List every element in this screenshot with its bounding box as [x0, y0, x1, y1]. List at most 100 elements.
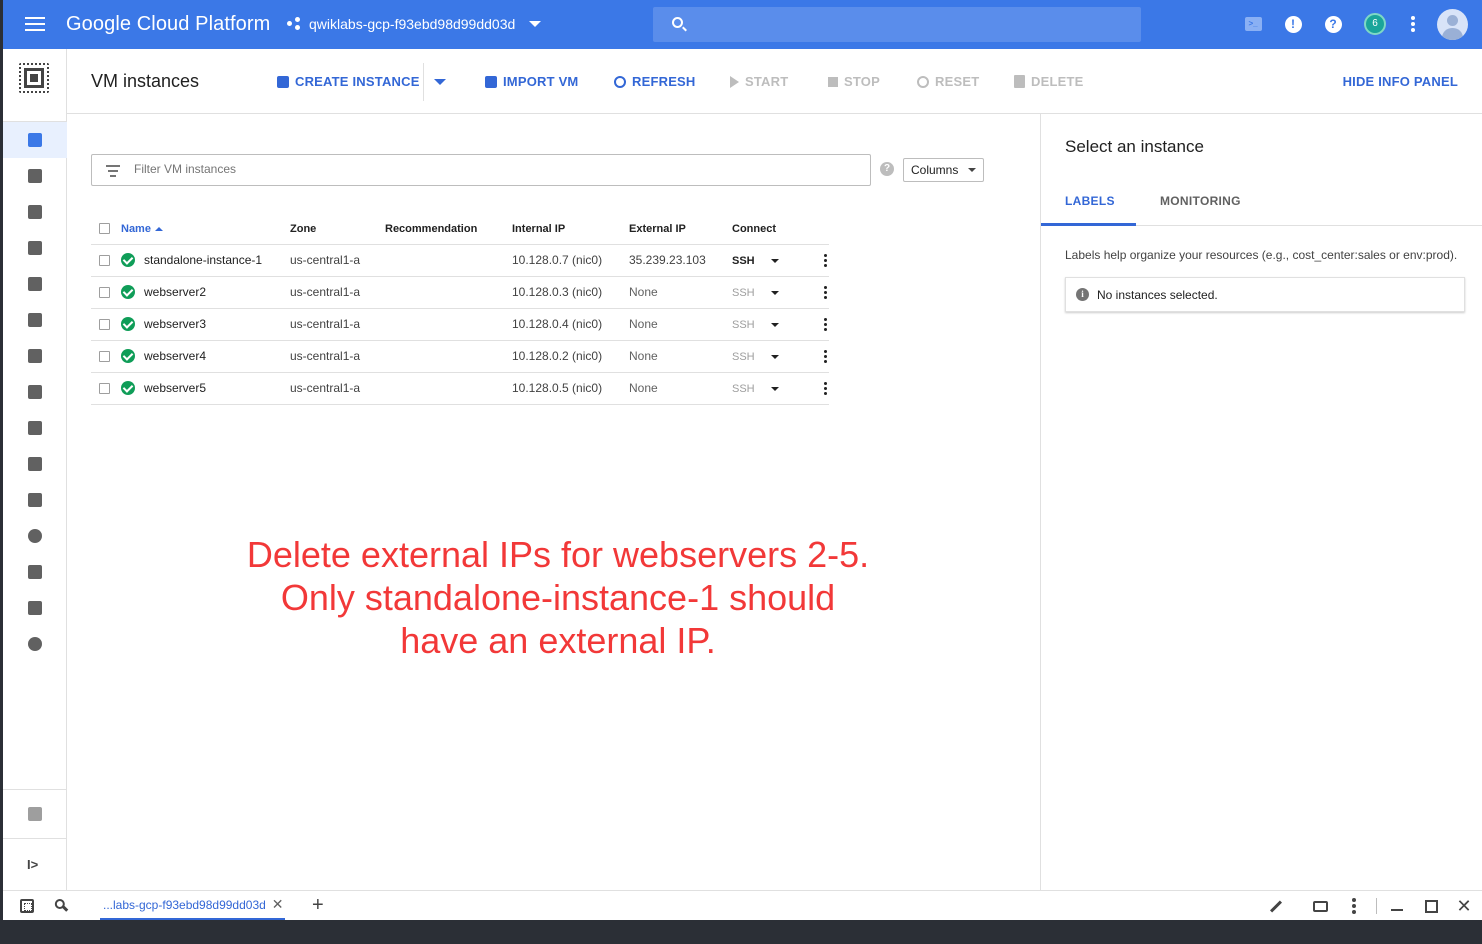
- hide-info-panel-button[interactable]: HIDE INFO PANEL: [1343, 74, 1458, 89]
- row-checkbox[interactable]: [99, 255, 110, 267]
- start-button[interactable]: START: [730, 74, 788, 89]
- zones-icon[interactable]: [3, 482, 67, 518]
- select-all-checkbox[interactable]: [99, 223, 110, 235]
- shell-session-tab[interactable]: ...labs-gcp-f93ebd98d99dd03d ✕: [100, 891, 285, 920]
- tpus-icon[interactable]: [3, 302, 67, 338]
- chevron-down-icon[interactable]: [770, 290, 779, 295]
- create-instance-button[interactable]: CREATE INSTANCE: [277, 74, 420, 89]
- notification-count: 6: [1364, 13, 1386, 35]
- cloud-shell-icon[interactable]: >_: [1243, 14, 1263, 34]
- reset-button[interactable]: RESET: [917, 74, 979, 89]
- table-row[interactable]: webserver3 us-central1-a 10.128.0.4 (nic…: [91, 308, 829, 341]
- brand-title[interactable]: Google Cloud Platform: [66, 13, 270, 36]
- ssh-connect[interactable]: SSH: [732, 276, 794, 309]
- close-icon[interactable]: ✕: [1456, 896, 1472, 916]
- ssh-connect[interactable]: SSH: [732, 308, 794, 341]
- tab-monitoring[interactable]: MONITORING: [1160, 194, 1241, 208]
- external-ip-cell[interactable]: 35.239.23.103: [629, 244, 732, 277]
- table-row[interactable]: webserver5 us-central1-a 10.128.0.5 (nic…: [91, 372, 829, 405]
- import-vm-button[interactable]: IMPORT VM: [485, 74, 578, 89]
- chevron-down-icon[interactable]: [770, 386, 779, 391]
- more-icon[interactable]: [1346, 898, 1362, 914]
- expand-icon[interactable]: I>: [27, 857, 38, 872]
- add-tab-button[interactable]: +: [312, 894, 324, 917]
- search-input[interactable]: [653, 7, 1141, 42]
- instance-name-link[interactable]: standalone-instance-1: [144, 253, 262, 267]
- chevron-down-icon[interactable]: [770, 322, 779, 327]
- refresh-button[interactable]: REFRESH: [614, 74, 696, 89]
- menu-icon[interactable]: [25, 17, 45, 31]
- table-row[interactable]: webserver4 us-central1-a 10.128.0.2 (nic…: [91, 340, 829, 373]
- more-actions-icon[interactable]: [824, 254, 827, 268]
- sole-tenant-nodes-icon[interactable]: [3, 230, 67, 266]
- name-column-header[interactable]: Name: [121, 214, 290, 245]
- feedback-icon[interactable]: !: [1283, 14, 1303, 34]
- web-preview-icon[interactable]: [1312, 898, 1328, 914]
- more-actions-icon[interactable]: [824, 318, 827, 332]
- ssh-button[interactable]: SSH: [732, 383, 755, 395]
- filter-input[interactable]: [134, 162, 734, 176]
- delete-button[interactable]: DELETE: [1014, 74, 1083, 89]
- committed-use-discounts-icon[interactable]: [3, 374, 67, 410]
- quotas-icon[interactable]: [3, 554, 67, 590]
- row-checkbox[interactable]: [99, 351, 110, 363]
- vm-instances-icon[interactable]: [3, 122, 67, 158]
- chevron-down-icon[interactable]: [770, 258, 779, 263]
- notifications-icon[interactable]: 6: [1363, 12, 1387, 36]
- help-icon[interactable]: ?: [1323, 14, 1343, 34]
- instance-groups-icon[interactable]: [3, 158, 67, 194]
- more-actions-icon[interactable]: [824, 286, 827, 300]
- row-checkbox[interactable]: [99, 287, 110, 299]
- chevron-down-icon[interactable]: [434, 79, 446, 85]
- table-row[interactable]: webserver2 us-central1-a 10.128.0.3 (nic…: [91, 276, 829, 309]
- machine-images-icon[interactable]: [3, 266, 67, 302]
- empty-selection-message: i No instances selected.: [1065, 277, 1465, 312]
- metadata-icon[interactable]: [3, 410, 67, 446]
- stop-button[interactable]: STOP: [828, 74, 880, 89]
- tab-labels[interactable]: LABELS: [1065, 194, 1115, 208]
- operations-icon[interactable]: [3, 518, 67, 554]
- minimize-icon[interactable]: [1389, 898, 1405, 914]
- ssh-button[interactable]: SSH: [732, 351, 755, 363]
- instance-name-link[interactable]: webserver3: [144, 317, 206, 331]
- cloud-shell-bar: ...labs-gcp-f93ebd98d99dd03d ✕ + ✕: [3, 890, 1482, 920]
- more-icon[interactable]: [1403, 14, 1423, 34]
- compute-engine-icon[interactable]: [19, 63, 49, 93]
- ssh-button[interactable]: SSH: [732, 287, 755, 299]
- instance-name-link[interactable]: webserver4: [144, 349, 206, 363]
- open-new-window-icon[interactable]: [1423, 898, 1439, 914]
- info-panel-title: Select an instance: [1065, 137, 1204, 156]
- marketplace-icon[interactable]: [3, 796, 67, 832]
- ssh-connect[interactable]: SSH: [732, 372, 794, 405]
- help-icon[interactable]: ?: [880, 162, 894, 176]
- account-icon[interactable]: [1437, 9, 1468, 40]
- chevron-down-icon[interactable]: [770, 354, 779, 359]
- ssh-button[interactable]: SSH: [732, 319, 755, 331]
- import-icon: [485, 75, 497, 88]
- ssh-button[interactable]: SSH: [732, 255, 755, 267]
- health-checks-icon[interactable]: [3, 446, 67, 482]
- close-tab-icon[interactable]: ✕: [272, 896, 284, 913]
- ssh-connect[interactable]: SSH: [732, 244, 794, 277]
- settings-icon[interactable]: [3, 626, 67, 662]
- instance-name-link[interactable]: webserver2: [144, 285, 206, 299]
- more-actions-icon[interactable]: [824, 382, 827, 396]
- instance-name-link[interactable]: webserver5: [144, 381, 206, 395]
- row-checkbox[interactable]: [99, 383, 110, 395]
- ssh-connect[interactable]: SSH: [732, 340, 794, 373]
- more-actions-icon[interactable]: [824, 350, 827, 364]
- columns-dropdown[interactable]: Columns: [903, 158, 984, 182]
- migrate-icon[interactable]: [3, 338, 67, 374]
- create-instance-label: CREATE INSTANCE: [295, 74, 420, 89]
- filter-bar[interactable]: [91, 154, 871, 186]
- instance-templates-icon[interactable]: [3, 194, 67, 230]
- external-ip-cell: None: [629, 276, 732, 309]
- project-selector[interactable]: qwiklabs-gcp-f93ebd98d99dd03d: [287, 16, 542, 32]
- row-checkbox[interactable]: [99, 319, 110, 331]
- wrench-icon[interactable]: [55, 899, 69, 913]
- security-scans-icon[interactable]: [3, 590, 67, 626]
- app-window: Google Cloud Platform qwiklabs-gcp-f93eb…: [3, 0, 1482, 920]
- table-row[interactable]: standalone-instance-1 us-central1-a 10.1…: [91, 244, 829, 277]
- edit-icon[interactable]: [1268, 898, 1284, 914]
- grid-icon[interactable]: [20, 899, 34, 913]
